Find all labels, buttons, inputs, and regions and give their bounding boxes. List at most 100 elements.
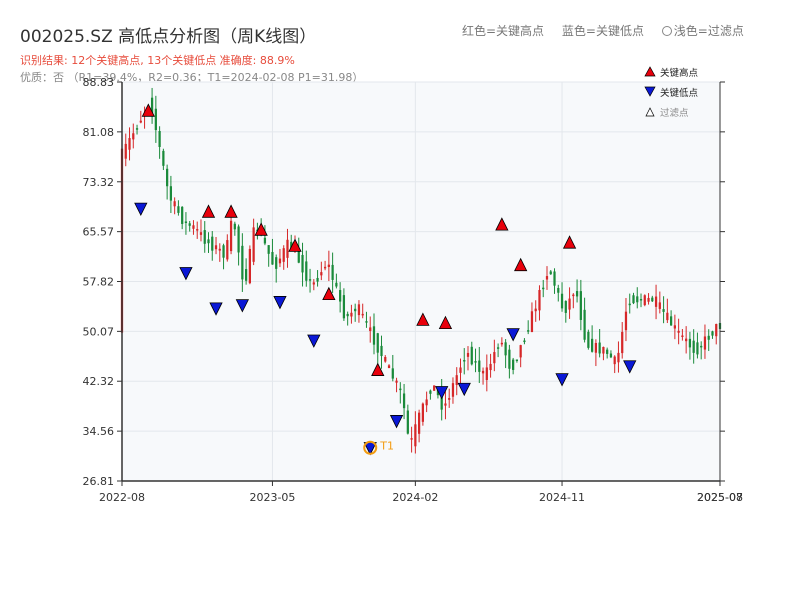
candle-body [545,276,549,280]
candle-body [643,295,646,306]
candle-body [564,301,567,313]
candle-body [654,296,658,307]
t1-label: T1 [379,440,394,453]
candle-body [271,251,274,265]
candle-body [579,291,582,320]
candle-body [707,335,710,340]
candle-body [711,331,714,336]
y-tick-label: 26.81 [83,475,115,488]
legend-low-label: 关键低点 [660,87,699,99]
candle-body [248,248,251,284]
candle-body [169,186,173,201]
candle-body [323,266,327,269]
candle-body [677,330,680,333]
candle-body [658,302,661,309]
candle-body [587,331,590,348]
y-tick-label: 57.82 [83,276,115,289]
candle-body [320,272,323,276]
candle-body [162,150,165,166]
candle-body [591,338,594,352]
candle-body [196,229,199,231]
x-tick-label: 2024-11 [539,491,585,504]
candle-body [414,424,417,447]
candle-body [339,290,342,302]
candle-body [474,361,477,363]
legend-filtered-label: 过滤点 [660,107,689,119]
candle-body [211,236,214,251]
candle-body [485,367,488,381]
candle-body [621,331,624,354]
candle-body [628,303,631,306]
x-tick-label: 2025-08 [697,491,743,504]
candle-body [361,313,364,316]
candle-body [395,380,398,383]
candle-body [297,250,300,263]
candle-body [421,403,425,422]
candle-body [613,356,616,365]
candle-body [128,138,131,150]
candle-body [387,365,391,369]
candle-body [444,403,447,406]
legend-high-icon [644,66,656,77]
candle-body [158,131,161,147]
candle-body [214,245,218,250]
y-tick-label: 50.07 [83,325,115,338]
candle-body [188,223,191,226]
candle-body [448,398,451,400]
candle-body [244,269,248,281]
candle-body [380,345,383,357]
candle-body [135,128,139,130]
candle-body [466,352,470,357]
candle-body [267,245,270,254]
candle-body [598,342,601,354]
candle-body [508,349,511,369]
candle-body [406,410,409,434]
candle-body [515,359,519,361]
candle-body [275,257,278,269]
candle-body [372,326,376,345]
candle-body [666,312,669,321]
candle-body [606,349,609,354]
candle-body [681,335,684,337]
candle-body [715,323,718,337]
candle-body [286,239,289,258]
candle-body [560,293,564,309]
candle-body [124,143,127,159]
candle-body [233,223,236,230]
candle-body [568,298,571,310]
candle-body [312,282,315,285]
candle-body [512,359,515,370]
candle-body [132,133,135,140]
candle-body [594,342,598,353]
candle-body [470,346,473,365]
candle-body [523,340,526,343]
candle-body [350,312,353,317]
candle-body [308,279,312,281]
candle-body [534,308,537,312]
candle-body [192,225,195,229]
candle-body [391,368,394,379]
candle-body [399,388,402,391]
candle-body [624,311,628,331]
candle-body [177,206,180,213]
candle-body [496,347,500,349]
candle-body [218,248,221,251]
candle-body [384,357,387,362]
candle-body [700,345,703,348]
candle-body [425,399,428,406]
candle-body [481,370,485,374]
candle-body [647,297,650,302]
candle-body [335,282,338,287]
y-tick-label: 34.56 [83,425,115,438]
candle-body [410,438,413,440]
x-tick-label: 2023-05 [249,491,295,504]
candle-body [669,316,673,326]
candle-body [688,338,692,348]
candle-body [365,321,368,323]
candle-body [354,308,357,312]
candle-body [609,353,613,358]
candle-body [519,345,522,358]
candle-body [327,264,330,267]
candle-body [530,311,534,332]
candle-body [316,277,319,282]
